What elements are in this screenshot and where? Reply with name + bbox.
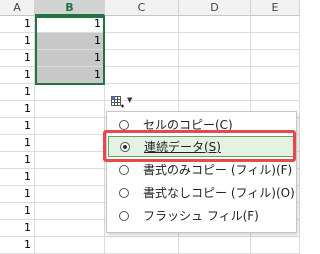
- menu-item-fill-formatting-only[interactable]: 書式のみコピー (フィル)(F): [108, 160, 295, 181]
- table-row: 1: [0, 84, 300, 101]
- cell-a[interactable]: 1: [0, 33, 35, 50]
- cell-d[interactable]: [179, 237, 251, 254]
- menu-item-fill-without-formatting[interactable]: 書式なしコピー (フィル)(O): [108, 183, 295, 204]
- menu-item-copy-cells[interactable]: セルのコピー(C): [108, 115, 295, 136]
- table-row: 11: [0, 33, 300, 50]
- radio-icon: [119, 120, 129, 130]
- table-row: 1: [0, 237, 300, 254]
- table-row: 11: [0, 67, 300, 84]
- menu-item-label: フラッシュ フィル(F): [143, 209, 259, 223]
- cell-b[interactable]: 1: [35, 16, 105, 33]
- cell-d[interactable]: [179, 67, 251, 84]
- cell-b[interactable]: [35, 203, 105, 220]
- cell-b[interactable]: [35, 220, 105, 237]
- cell-e[interactable]: [251, 33, 300, 50]
- cell-c[interactable]: [105, 237, 179, 254]
- table-row: 11: [0, 50, 300, 67]
- cell-a[interactable]: 1: [0, 237, 35, 254]
- cell-a[interactable]: 1: [0, 186, 35, 203]
- cell-a[interactable]: 1: [0, 50, 35, 67]
- menu-item-flash-fill[interactable]: フラッシュ フィル(F): [108, 206, 295, 227]
- radio-icon: [119, 188, 129, 198]
- cell-b[interactable]: 1: [35, 33, 105, 50]
- cell-b[interactable]: [35, 84, 105, 101]
- cell-b[interactable]: [35, 237, 105, 254]
- radio-selected-icon: [120, 142, 130, 152]
- cell-a[interactable]: 1: [0, 84, 35, 101]
- cell-a[interactable]: 1: [0, 169, 35, 186]
- cell-e[interactable]: [251, 84, 300, 101]
- cell-a[interactable]: 1: [0, 16, 35, 33]
- cell-b[interactable]: [35, 152, 105, 169]
- cell-a[interactable]: 1: [0, 118, 35, 135]
- menu-item-label: 書式のみコピー (フィル)(F): [143, 163, 293, 177]
- cell-d[interactable]: [179, 84, 251, 101]
- radio-icon: [119, 165, 129, 175]
- cell-b[interactable]: [35, 186, 105, 203]
- cell-d[interactable]: [179, 16, 251, 33]
- cell-a[interactable]: 1: [0, 135, 35, 152]
- cell-a[interactable]: 1: [0, 220, 35, 237]
- cell-a[interactable]: 1: [0, 101, 35, 118]
- cell-e[interactable]: [251, 16, 300, 33]
- cell-e[interactable]: [251, 50, 300, 67]
- cell-b[interactable]: [35, 135, 105, 152]
- auto-fill-options-button[interactable]: ▼: [111, 92, 139, 108]
- menu-item-fill-series[interactable]: 連続データ(S): [108, 136, 295, 157]
- column-header-b[interactable]: B: [35, 0, 105, 16]
- cell-c[interactable]: [105, 33, 179, 50]
- radio-icon: [119, 211, 129, 221]
- table-row: 11: [0, 16, 300, 33]
- cell-b[interactable]: 1: [35, 50, 105, 67]
- cell-b[interactable]: [35, 118, 105, 135]
- cell-b[interactable]: [35, 101, 105, 118]
- chevron-down-icon: ▼: [127, 96, 133, 104]
- auto-fill-icon: [111, 94, 125, 107]
- column-header-a[interactable]: A: [0, 0, 35, 16]
- cell-e[interactable]: [251, 67, 300, 84]
- column-header-d[interactable]: D: [179, 0, 251, 16]
- cell-c[interactable]: [105, 50, 179, 67]
- menu-item-label: 書式なしコピー (フィル)(O): [143, 186, 295, 200]
- menu-item-label: 連続データ(S): [144, 140, 221, 154]
- cell-a[interactable]: 1: [0, 203, 35, 220]
- spreadsheet: A B C D E 111111111111111111 ▼ セルのコピー(C): [0, 0, 300, 254]
- cell-a[interactable]: 1: [0, 67, 35, 84]
- cell-d[interactable]: [179, 50, 251, 67]
- cell-c[interactable]: [105, 16, 179, 33]
- column-header-c[interactable]: C: [105, 0, 179, 16]
- cell-c[interactable]: [105, 67, 179, 84]
- cell-b[interactable]: [35, 169, 105, 186]
- cell-e[interactable]: [251, 237, 300, 254]
- auto-fill-options-menu: セルのコピー(C) 連続データ(S) 書式のみコピー (フィル)(F) 書式なし…: [106, 111, 297, 233]
- column-header-e[interactable]: E: [251, 0, 300, 16]
- cell-b[interactable]: 1: [35, 67, 105, 84]
- cell-d[interactable]: [179, 33, 251, 50]
- cell-a[interactable]: 1: [0, 152, 35, 169]
- menu-item-label: セルのコピー(C): [143, 118, 233, 132]
